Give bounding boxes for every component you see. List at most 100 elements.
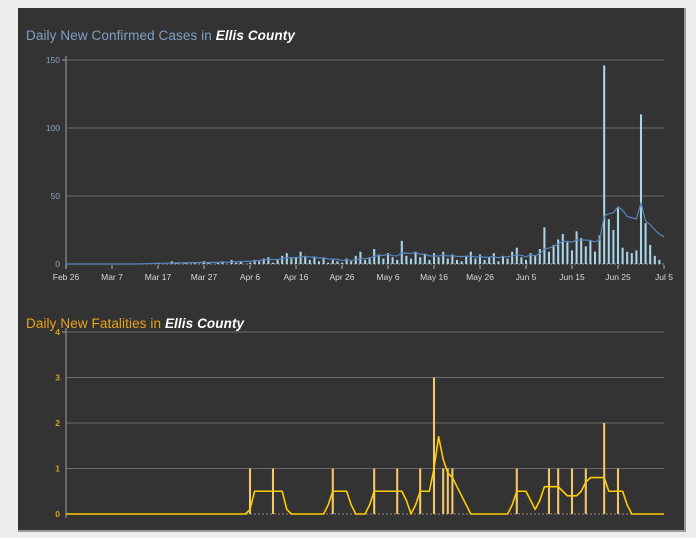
deaths-plot-area: 0 1 2 3 4 [18, 322, 684, 530]
bar [630, 253, 633, 264]
bar [327, 262, 330, 264]
bar [382, 258, 385, 264]
bar [497, 261, 500, 264]
bar [419, 257, 422, 264]
bar [460, 261, 463, 264]
bar [575, 231, 578, 264]
y-tick-label: 0 [55, 509, 60, 519]
bar [547, 468, 551, 514]
bar [570, 468, 574, 514]
bar [653, 255, 656, 264]
cases-plot-area: 0 50 100 150 Feb 26 Mar 7 Mar 17 Mar 27 Apr 6 Apr… [18, 50, 684, 296]
bar [520, 257, 523, 264]
bar [547, 251, 551, 264]
bar [543, 227, 546, 264]
x-tick-label: Mar 27 [191, 272, 218, 282]
bar [405, 255, 408, 264]
x-tick-label: Mar 17 [145, 272, 172, 282]
bar [534, 255, 537, 264]
bar [235, 262, 238, 264]
bar [281, 255, 284, 264]
bar [649, 244, 652, 264]
bar [248, 262, 252, 264]
bar [511, 251, 514, 264]
x-tick-label: Feb 26 [53, 272, 80, 282]
bar [290, 258, 293, 264]
y-tick-label: 2 [55, 418, 60, 428]
y-tick-label: 150 [46, 55, 60, 65]
x-tick-label: May 6 [376, 272, 399, 282]
bar [524, 259, 528, 264]
bar [396, 259, 399, 264]
bar [465, 255, 468, 264]
app-root: Daily New Confirmed Cases in Ellis Count… [0, 0, 696, 538]
bar [603, 65, 606, 264]
x-tick-label: May 16 [420, 272, 448, 282]
cases-chart-svg: 0 50 100 150 Feb 26 Mar 7 Mar 17 Mar 27 Apr 6 Apr… [46, 55, 673, 282]
bar [414, 251, 417, 264]
x-tick-label: Apr 6 [240, 272, 261, 282]
bar [580, 238, 583, 264]
bar [317, 261, 321, 264]
bar [570, 250, 574, 264]
bar [607, 219, 610, 264]
bar [616, 208, 620, 264]
y-tick-label: 4 [55, 327, 60, 337]
bar [276, 259, 279, 264]
y-tick-label: 100 [46, 123, 60, 133]
bar [621, 247, 624, 264]
bar [359, 251, 362, 264]
bar [308, 259, 311, 264]
moving-average-line [66, 435, 664, 515]
bar [442, 251, 445, 264]
bar [515, 247, 518, 264]
chart-cases-title-prefix: Daily New Confirmed Cases in [26, 28, 216, 43]
bar [561, 234, 564, 264]
y-tick-label: 1 [55, 464, 60, 474]
x-tick-label: Jun 15 [559, 272, 585, 282]
chart-cases-title: Daily New Confirmed Cases in Ellis Count… [26, 28, 295, 43]
bar [271, 262, 275, 264]
bar [451, 468, 454, 514]
bar [446, 258, 449, 264]
bar [340, 262, 344, 264]
bar [350, 261, 353, 264]
bar [428, 259, 431, 264]
bar [658, 259, 661, 264]
bar [267, 257, 270, 264]
bar [566, 242, 569, 264]
bar [313, 257, 316, 264]
x-tick-label: Jun 5 [516, 272, 537, 282]
bar [644, 223, 647, 264]
bar [589, 240, 592, 264]
chart-cases-title-county: Ellis County [215, 28, 295, 43]
x-tick-label: May 26 [466, 272, 494, 282]
x-tick-label: Jun 25 [605, 272, 631, 282]
bar [612, 230, 615, 264]
bar [557, 468, 560, 514]
bar [322, 258, 325, 264]
bar [442, 468, 445, 514]
bar [446, 468, 449, 514]
bar [455, 259, 459, 264]
chart-daily-new-confirmed-cases: Daily New Confirmed Cases in Ellis Count… [18, 8, 684, 296]
bar [432, 253, 436, 264]
x-tick-label: Jul 5 [655, 272, 673, 282]
bar [538, 249, 541, 264]
bar [552, 244, 555, 264]
y-tick-label: 3 [55, 373, 60, 383]
bar [639, 114, 643, 265]
bar [584, 468, 587, 514]
moving-average-line [66, 202, 665, 265]
bar [593, 251, 597, 264]
bar [432, 377, 436, 514]
bar [635, 250, 638, 264]
bar [258, 261, 261, 264]
x-tick-label: Apr 26 [329, 272, 354, 282]
dashboard-panel: Daily New Confirmed Cases in Ellis Count… [18, 8, 686, 532]
y-tick-label: 50 [51, 191, 61, 201]
chart-daily-new-fatalities: Daily New Fatalities in Ellis County 012… [18, 296, 684, 530]
x-tick-label: Mar 7 [101, 272, 123, 282]
y-tick-label: 0 [55, 259, 60, 269]
x-tick-label: Apr 16 [283, 272, 308, 282]
